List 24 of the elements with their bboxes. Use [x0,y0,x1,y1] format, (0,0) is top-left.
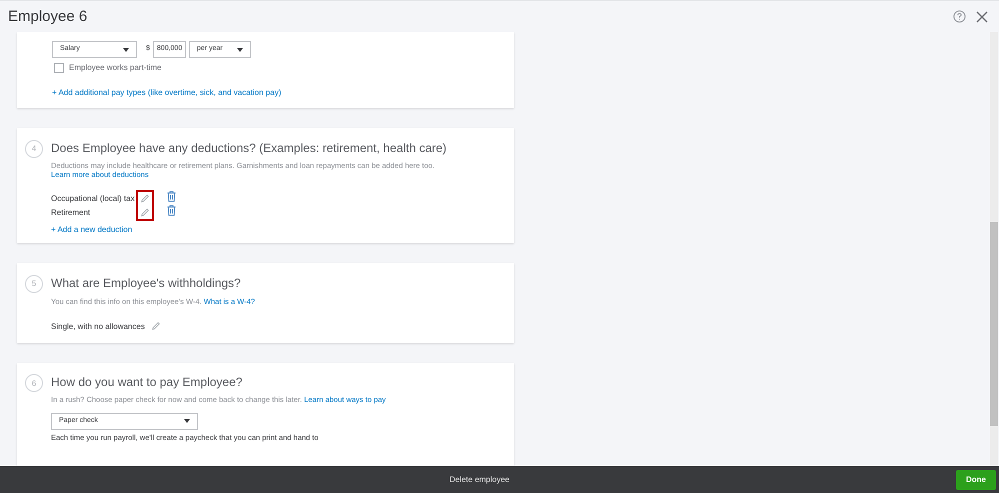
scrollbar[interactable] [990,32,998,466]
trash-icon[interactable] [166,191,176,202]
deduction-name: Occupational (local) tax [51,194,135,204]
pencil-icon[interactable] [150,321,161,332]
caret-icon [236,48,243,52]
deduction-name: Retirement [51,208,92,218]
close-icon[interactable] [976,10,988,22]
section-title: Does Employee have any deductions? (Examples: retirement, health care) [51,141,447,156]
done-button[interactable]: Done [956,470,996,490]
pencil-icon[interactable] [140,193,150,204]
part-time-checkbox[interactable] [54,63,64,73]
help-icon[interactable] [953,10,966,23]
part-time-label: Employee works part-time [69,63,162,73]
window-title: Employee 6 [8,8,88,26]
caret-icon [184,419,190,424]
trash-icon[interactable] [166,205,176,216]
add-pay-types-link[interactable]: + Add additional pay types (like overtime, sick, and vacation pay) [52,88,282,97]
add-deduction-link[interactable]: + Add a new deduction [51,225,132,235]
delete-employee-button[interactable]: Delete employee [449,474,510,484]
caret-icon [123,48,129,52]
section-title: What are Employee's withholdings? [51,276,242,290]
section-title: How do you want to pay Employee? [51,375,244,390]
pencil-icon[interactable] [140,207,150,218]
withholding-value: Single, with no allowances [51,322,145,332]
